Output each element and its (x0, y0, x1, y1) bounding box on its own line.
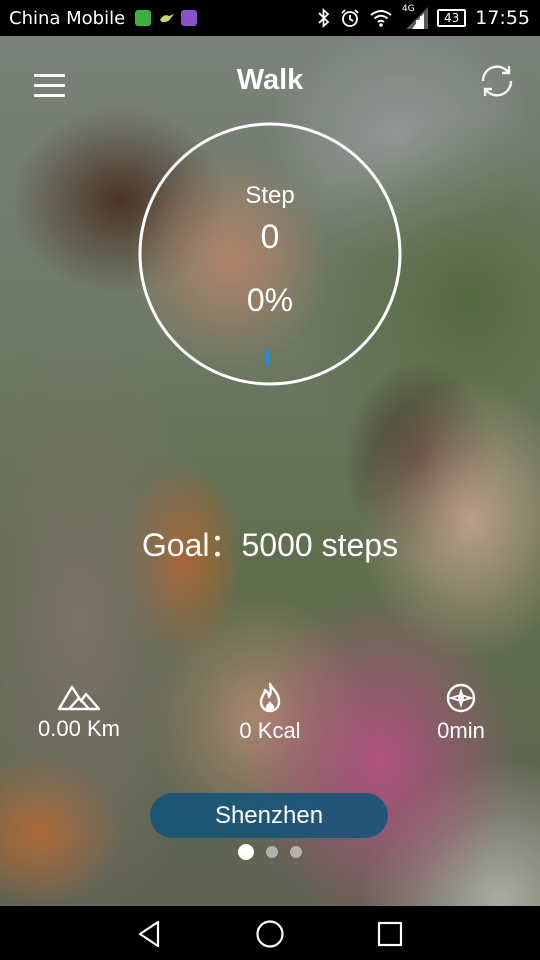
status-bar: China Mobile 4G 43 17:55 (0, 0, 540, 36)
calories-value: 0 Kcal (239, 718, 301, 743)
sync-icon[interactable] (478, 62, 516, 100)
carrier-name: China Mobile (9, 7, 126, 29)
flame-icon (259, 682, 281, 713)
battery-indicator: 43 (436, 9, 467, 27)
page-dot[interactable] (290, 846, 302, 858)
cell-signal-icon: 4G (402, 4, 428, 29)
app-green-icon (135, 10, 152, 26)
duration-value: 0min (437, 718, 485, 743)
home-icon[interactable] (254, 918, 286, 950)
app-bird-icon (158, 10, 175, 26)
walk-screen: China Mobile 4G 43 17:55 Walk Step 0 0% … (0, 0, 540, 960)
app-header: Walk (0, 56, 540, 108)
wifi-icon (370, 10, 392, 27)
calories-stat: 0 Kcal (190, 682, 350, 744)
distance-stat: 0.00 Km (0, 682, 159, 742)
goal-text: Goal：5000 steps (141, 527, 399, 563)
page-indicator (0, 843, 540, 861)
progress-marker (265, 350, 270, 365)
city-button[interactable]: Shenzhen (150, 793, 388, 838)
recents-icon[interactable] (374, 918, 406, 950)
page-dot[interactable] (266, 846, 278, 858)
bluetooth-icon (318, 8, 330, 28)
navigation-bar (0, 906, 540, 960)
page-dot[interactable] (238, 844, 254, 860)
step-label: Step (245, 182, 295, 209)
duration-stat: 0min (381, 682, 540, 744)
back-icon[interactable] (134, 918, 166, 950)
status-clock: 17:55 (475, 7, 530, 29)
step-progress-ring: Step 0 0% (138, 122, 402, 386)
app-purple-icon (181, 10, 198, 26)
alarm-icon (341, 9, 359, 27)
page-title: Walk (236, 64, 304, 96)
step-percent: 0% (246, 282, 294, 318)
compass-icon (446, 683, 476, 713)
step-count: 0 (260, 218, 280, 256)
mountain-icon (57, 685, 101, 711)
distance-value: 0.00 Km (38, 716, 120, 741)
